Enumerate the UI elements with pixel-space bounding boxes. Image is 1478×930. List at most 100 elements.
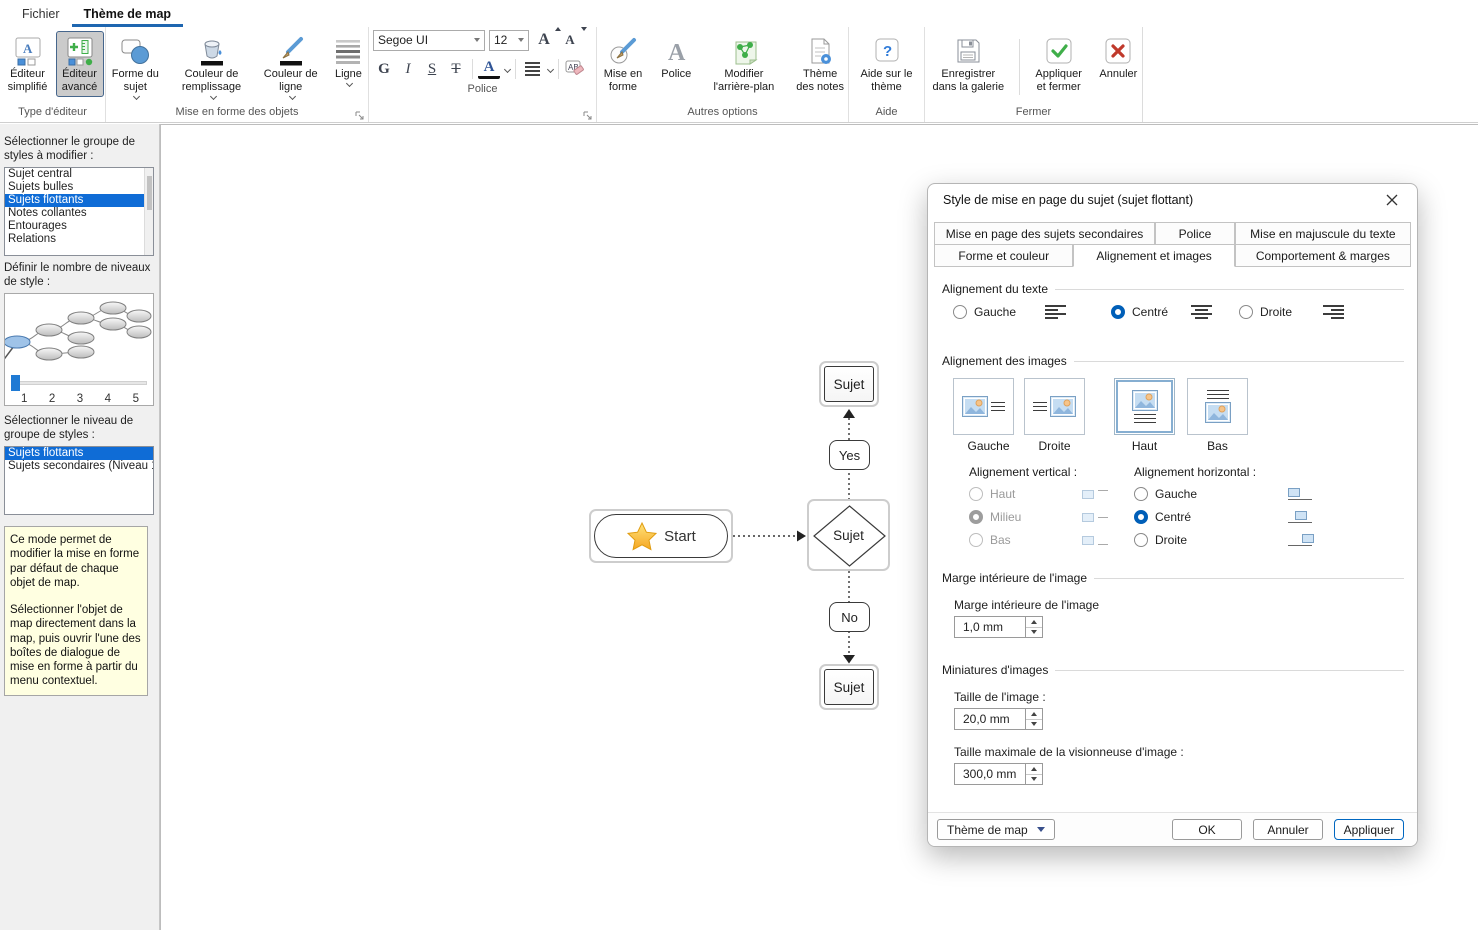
image-align-gauche-button[interactable] — [953, 378, 1014, 435]
modifier-arriere-plan-button[interactable]: Modifier l'arrière-plan — [704, 31, 785, 97]
radio-label-vertical-haut[interactable]: Haut — [990, 487, 1015, 501]
ok-button[interactable]: OK — [1172, 819, 1242, 840]
radio-label-droite[interactable]: Droite — [1260, 305, 1292, 319]
spinner-buttons[interactable] — [1026, 616, 1043, 638]
couleur-ligne-button[interactable]: Couleur de ligne — [258, 31, 322, 102]
radio-horizontal-centre[interactable] — [1134, 510, 1148, 524]
grow-font-button[interactable]: A — [533, 29, 555, 51]
enregistrer-galerie-button[interactable]: Enregistrer dans la galerie — [925, 31, 1012, 97]
annuler-button[interactable]: Annuler — [1095, 31, 1142, 84]
font-size-combobox[interactable]: 12 — [489, 30, 529, 51]
image-size-spin-field[interactable]: 20,0 mm — [954, 708, 1404, 730]
text-align-button[interactable] — [521, 58, 543, 80]
topic-node-top[interactable]: Sujet — [819, 361, 879, 407]
clear-formatting-button[interactable]: AB — [564, 58, 586, 80]
theme-des-notes-button[interactable]: Thème des notes — [792, 31, 848, 97]
viewer-max-spin-field[interactable]: 300,0 mm — [954, 763, 1404, 785]
margin-value[interactable]: 1,0 mm — [954, 616, 1026, 638]
close-icon[interactable] — [1377, 188, 1407, 212]
list-item-selected[interactable]: Sujets flottants — [5, 447, 153, 460]
scrollbar[interactable] — [144, 168, 153, 255]
list-item-selected[interactable]: Sujets flottants — [5, 194, 153, 207]
radio-text-centre[interactable] — [1111, 305, 1125, 319]
radio-vertical-milieu[interactable] — [969, 510, 983, 524]
tab-mise-en-majuscule[interactable]: Mise en majuscule du texte — [1235, 222, 1411, 245]
yes-branch-label[interactable]: Yes — [829, 440, 870, 470]
list-item[interactable]: Notes collantes — [5, 207, 153, 220]
ligne-button[interactable]: Ligne — [329, 31, 368, 89]
list-item[interactable]: Entourages — [5, 220, 153, 233]
no-branch-label[interactable]: No — [829, 602, 870, 632]
topic-node-bottom[interactable]: Sujet — [819, 664, 879, 710]
editeur-avance-button[interactable]: Éditeur avancé — [56, 31, 104, 97]
level-count-slider[interactable] — [11, 375, 147, 391]
viewer-max-value[interactable]: 300,0 mm — [954, 763, 1026, 785]
strikethrough-button[interactable]: T — [445, 58, 467, 80]
radio-label-horizontal-centre[interactable]: Centré — [1155, 510, 1191, 524]
spin-down-icon[interactable] — [1031, 777, 1037, 781]
radio-vertical-bas[interactable] — [969, 533, 983, 547]
apply-button[interactable]: Appliquer — [1334, 819, 1404, 840]
underline-button[interactable]: S — [421, 58, 443, 80]
radio-label-vertical-milieu[interactable]: Milieu — [990, 510, 1021, 524]
radio-label-gauche[interactable]: Gauche — [974, 305, 1016, 319]
theme-de-map-dropdown-button[interactable]: Thème de map — [937, 819, 1055, 840]
spinner-buttons[interactable] — [1026, 708, 1043, 730]
scrollbar-thumb[interactable] — [147, 176, 152, 210]
start-node[interactable]: Start — [589, 509, 733, 563]
list-item[interactable]: Sujet central — [5, 168, 153, 181]
tab-police[interactable]: Police — [1155, 222, 1235, 245]
bold-button[interactable]: G — [373, 58, 395, 80]
dialog-title-bar[interactable]: Style de mise en page du sujet (sujet fl… — [928, 184, 1417, 216]
couleur-remplissage-button[interactable]: Couleur de remplissage — [171, 31, 253, 102]
radio-label-horizontal-gauche[interactable]: Gauche — [1155, 487, 1197, 501]
spin-down-icon[interactable] — [1031, 722, 1037, 726]
italic-button[interactable]: I — [397, 58, 419, 80]
spin-up-icon[interactable] — [1031, 712, 1037, 716]
dialog-launcher-icon[interactable] — [354, 108, 365, 119]
tab-fichier[interactable]: Fichier — [10, 3, 72, 27]
decision-node[interactable]: Sujet — [807, 499, 890, 571]
cancel-button[interactable]: Annuler — [1253, 819, 1323, 840]
tab-mise-en-page-sujets-secondaires[interactable]: Mise en page des sujets secondaires — [934, 222, 1155, 245]
mise-en-forme-button[interactable]: Mise en forme — [597, 31, 649, 97]
spinner-buttons[interactable] — [1026, 763, 1043, 785]
police-button[interactable]: A Police — [657, 31, 696, 84]
list-item[interactable]: Sujets bulles — [5, 181, 153, 194]
radio-label-horizontal-droite[interactable]: Droite — [1155, 533, 1187, 547]
radio-horizontal-droite[interactable] — [1134, 533, 1148, 547]
spin-down-icon[interactable] — [1031, 630, 1037, 634]
style-group-listbox[interactable]: Sujet central Sujets bulles Sujets flott… — [4, 167, 154, 256]
shrink-font-button[interactable]: A — [559, 29, 581, 51]
slider-handle[interactable] — [11, 375, 20, 391]
slider-track[interactable] — [11, 381, 147, 385]
image-align-droite-button[interactable] — [1024, 378, 1085, 435]
radio-label-vertical-bas[interactable]: Bas — [990, 533, 1011, 547]
radio-text-gauche[interactable] — [953, 305, 967, 319]
dropdown-chevron-icon[interactable] — [504, 65, 511, 72]
style-level-listbox[interactable]: Sujets flottants Sujets secondaires (Niv… — [4, 446, 154, 515]
editeur-simplifie-button[interactable]: A Éditeur simplifié — [2, 31, 54, 97]
list-item[interactable]: Sujets secondaires (Niveau 1 + — [5, 460, 153, 473]
tab-comportement-marges[interactable]: Comportement & marges — [1235, 244, 1411, 267]
image-align-haut-button[interactable] — [1114, 378, 1175, 435]
image-size-value[interactable]: 20,0 mm — [954, 708, 1026, 730]
forme-du-sujet-button[interactable]: Forme du sujet — [106, 31, 165, 102]
appliquer-et-fermer-button[interactable]: Appliquer et fermer — [1027, 31, 1091, 97]
margin-spin-field[interactable]: 1,0 mm — [954, 616, 1404, 638]
radio-text-droite[interactable] — [1239, 305, 1253, 319]
list-item[interactable]: Relations — [5, 233, 153, 246]
font-name-combobox[interactable]: Segoe UI — [373, 30, 485, 51]
font-color-button[interactable]: A — [478, 60, 500, 79]
tab-forme-et-couleur[interactable]: Forme et couleur — [934, 244, 1073, 267]
spin-up-icon[interactable] — [1031, 767, 1037, 771]
radio-vertical-haut[interactable] — [969, 487, 983, 501]
spin-up-icon[interactable] — [1031, 620, 1037, 624]
radio-label-centre[interactable]: Centré — [1132, 305, 1168, 319]
aide-sur-le-theme-button[interactable]: ? Aide sur le thème — [855, 31, 919, 97]
dialog-launcher-icon[interactable] — [582, 108, 593, 119]
tab-theme-de-map[interactable]: Thème de map — [72, 3, 184, 27]
image-align-bas-button[interactable] — [1187, 378, 1248, 435]
radio-horizontal-gauche[interactable] — [1134, 487, 1148, 501]
tab-alignement-et-images[interactable]: Alignement et images — [1073, 244, 1234, 267]
